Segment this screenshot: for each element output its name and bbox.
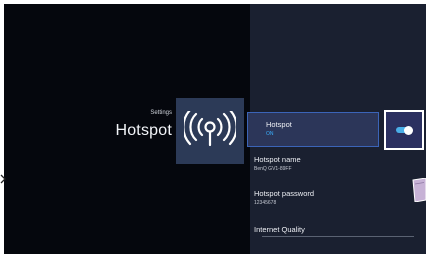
hotspot-password-item[interactable]: Hotspot password 12345678	[254, 189, 414, 206]
divider	[262, 236, 414, 237]
breadcrumb: Settings	[150, 110, 172, 116]
hotspot-password-label: Hotspot password	[254, 189, 315, 198]
hero-tile	[176, 98, 244, 164]
hotspot-name-item[interactable]: Hotspot name BenQ GV1-89FF	[254, 155, 414, 172]
sticky-note-icon	[412, 178, 426, 202]
hotspot-name-label: Hotspot name	[254, 155, 301, 164]
wifi-hotspot-icon	[184, 111, 236, 147]
page-title: Hotspot	[115, 122, 172, 139]
internet-quality-label: Internet Quality	[254, 225, 305, 234]
left-pane: Settings Hotspot	[4, 4, 250, 254]
hotspot-toggle[interactable]	[384, 110, 424, 150]
chevron-right-icon	[0, 174, 6, 184]
hotspot-password-value: 12345678	[254, 200, 277, 206]
toggle-knob	[404, 125, 413, 135]
internet-quality-item[interactable]: Internet Quality	[254, 225, 414, 234]
hotspot-name-value: BenQ GV1-89FF	[254, 166, 292, 172]
hotspot-setting-item[interactable]: Hotspot ON	[247, 112, 379, 147]
hotspot-setting-status: ON	[266, 131, 274, 137]
hotspot-setting-label: Hotspot	[266, 120, 292, 129]
toggle-track	[396, 125, 413, 135]
